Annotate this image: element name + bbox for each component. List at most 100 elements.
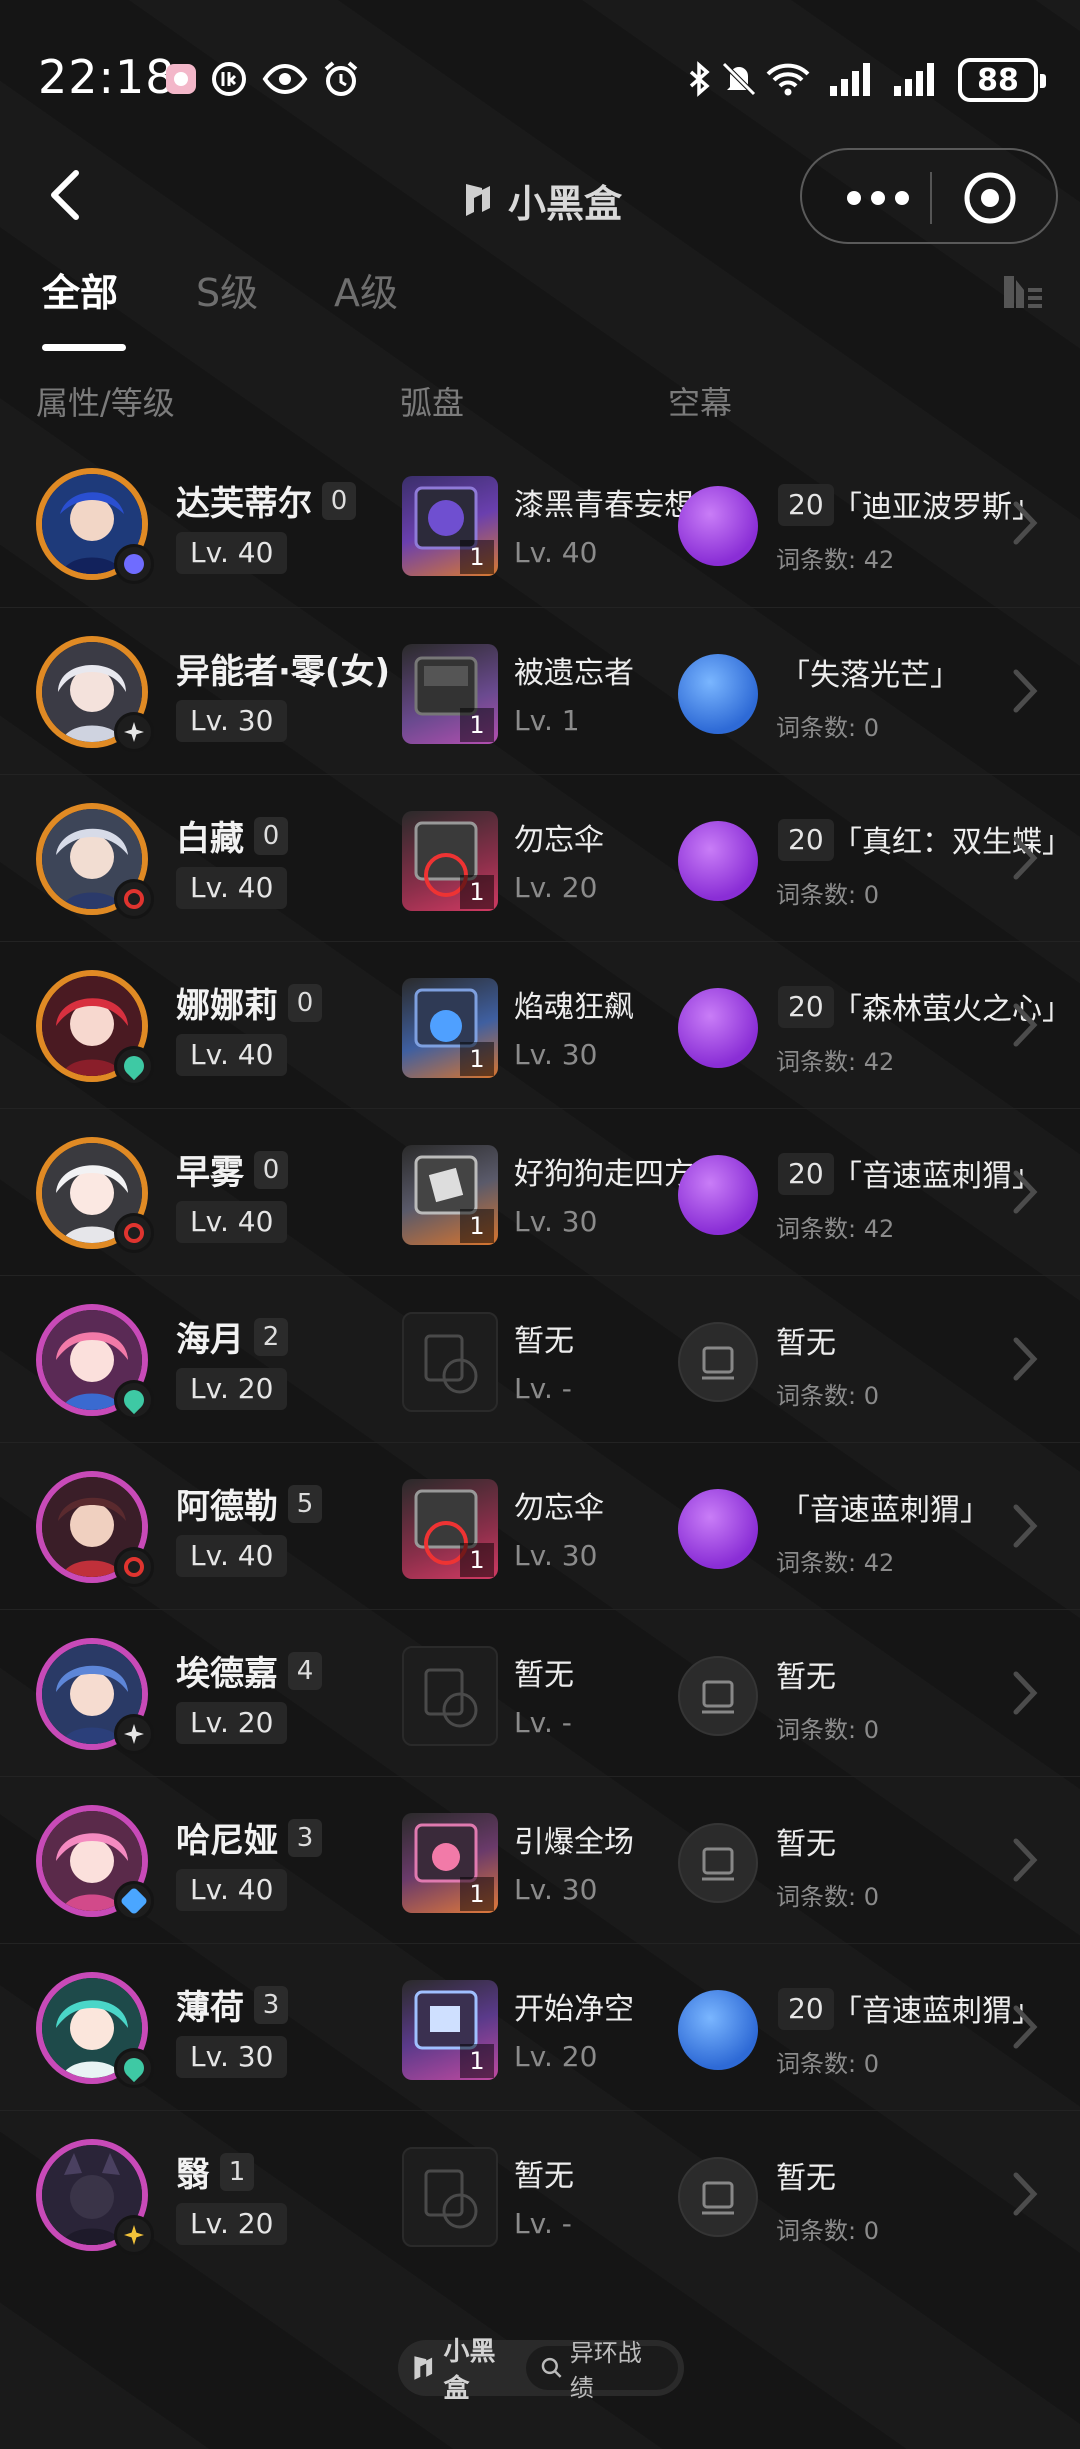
disk-image: 1 — [402, 978, 498, 1078]
rank-tag: 0 — [254, 816, 288, 855]
character-name: 埃德嘉 4 — [176, 1646, 322, 1695]
signal-icon-2 — [894, 63, 934, 96]
character-row-edejia[interactable]: 埃德嘉 4 Lv. 20 暂无 Lv. - 暂无 词条数: 0 — [0, 1609, 1080, 1776]
disk-name: 暂无 — [514, 1324, 574, 1359]
character-level: Lv. 30 — [176, 2036, 288, 2078]
sky-entry-count: 词条数: 42 — [776, 546, 895, 574]
disk-level: Lv. - — [514, 1706, 572, 1739]
sky-icon — [678, 1489, 758, 1569]
disk-name: 被遗忘者 — [514, 656, 634, 691]
disk-level: Lv. - — [514, 2207, 572, 2240]
sky-entry-count: 词条数: 42 — [776, 1215, 895, 1243]
character-name: 达芙蒂尔 0 — [176, 476, 356, 525]
heybox-logo-icon — [414, 2356, 433, 2380]
bluetooth-icon — [689, 61, 710, 97]
character-row-adele[interactable]: 阿德勒 5 Lv. 40 1 勿忘伞 Lv. 30 「音速蓝刺猬」 词条数: 42 — [0, 1442, 1080, 1609]
disk-level: Lv. 1 — [514, 704, 580, 737]
disk-image: 1 — [402, 1145, 498, 1245]
character-level: Lv. 40 — [176, 1535, 288, 1577]
character-name: 哈尼娅 3 — [176, 1813, 322, 1862]
sky-icon-empty — [678, 1322, 758, 1402]
back-button[interactable] — [36, 165, 96, 225]
sky-entry-count: 词条数: 42 — [776, 1549, 895, 1577]
sky-icon — [678, 1155, 758, 1235]
sky-level: 20 — [778, 484, 834, 526]
character-row-nanali[interactable]: 娜娜莉 0 Lv. 40 1 焰魂狂飙 Lv. 30 20 「森林萤火之心」 词条… — [0, 941, 1080, 1108]
footer-brand-text: 小黑盒 — [443, 2337, 496, 2404]
sky-name: 暂无 — [776, 1827, 836, 1862]
footer-search[interactable]: 异环战绩 — [526, 2339, 678, 2402]
disk-image: 1 — [402, 1980, 498, 2080]
chevron-right-icon — [1013, 2005, 1038, 2049]
sky-level: 20 — [778, 1153, 834, 1195]
disk-name: 焰魂狂飙 — [514, 990, 634, 1025]
character-row-haniya[interactable]: 哈尼娅 3 Lv. 40 1 引爆全场 Lv. 30 暂无 词条数: 0 — [0, 1776, 1080, 1943]
disk-name: 暂无 — [514, 1658, 574, 1693]
rank-tag: 0 — [288, 983, 322, 1022]
character-level: Lv. 30 — [176, 700, 288, 742]
sky-icon — [678, 654, 758, 734]
app-title: 小黑盒 — [460, 170, 622, 230]
column-sky: 空幕 — [668, 384, 733, 422]
character-level: Lv. 40 — [176, 1034, 288, 1076]
element-badge — [114, 1213, 154, 1253]
signal-icon-1 — [830, 63, 870, 96]
notification-app-icon — [166, 64, 196, 94]
rank-tag: 1 — [220, 2152, 254, 2191]
capsule-divider — [930, 172, 932, 224]
footer-brand-pill[interactable]: 小黑盒 异环战绩 — [398, 2337, 684, 2404]
disk-name: 勿忘伞 — [514, 1491, 604, 1526]
sky-level: 20 — [778, 819, 834, 861]
chevron-right-icon — [1013, 1504, 1038, 1548]
sky-icon-empty — [678, 1656, 758, 1736]
more-options-button[interactable] — [838, 178, 918, 218]
column-disk: 弧盘 — [400, 384, 465, 422]
disk-level: Lv. 30 — [514, 1873, 598, 1906]
character-row-bohe[interactable]: 薄荷 3 Lv. 30 1 开始净空 Lv. 20 20 「音速蓝刺猬」 词条数:… — [0, 1943, 1080, 2110]
rank-tag: 3 — [254, 1985, 288, 2024]
tab-a-rank[interactable]: A级 — [334, 262, 398, 317]
footer-search-label: 异环战绩 — [569, 2339, 642, 2402]
character-row-yi[interactable]: 翳1 Lv. 20 暂无 Lv. - 暂无 词条数: 0 — [0, 2110, 1080, 2277]
character-row-zaowu[interactable]: 早雾 0 Lv. 40 1 好狗狗走四方 Lv. 30 20 「音速蓝刺猬」 词条… — [0, 1108, 1080, 1275]
disk-image: 1 — [402, 811, 498, 911]
sky-entry-count: 词条数: 42 — [776, 1048, 895, 1076]
element-badge — [114, 1046, 154, 1086]
footer-brand: 小黑盒 — [404, 2331, 520, 2405]
wifi-icon — [766, 63, 810, 96]
character-row-baizang[interactable]: 白藏 0 Lv. 40 1 勿忘伞 Lv. 20 20 「真红：双生蝶」 词条数:… — [0, 774, 1080, 941]
battery-indicator: 88 — [958, 58, 1046, 102]
disk-image: 1 — [402, 1813, 498, 1913]
rank-tag: 4 — [288, 1651, 322, 1690]
filter-sort-icon[interactable] — [1000, 270, 1044, 314]
disk-name: 暂无 — [514, 2159, 574, 2194]
close-miniapp-button[interactable] — [962, 170, 1018, 226]
character-name: 薄荷 3 — [176, 1980, 288, 2029]
sky-icon — [678, 486, 758, 566]
column-attr-level: 属性/等级 — [36, 384, 175, 422]
character-level: Lv. 40 — [176, 1201, 288, 1243]
tab-s-rank[interactable]: S级 — [196, 262, 258, 317]
eye-icon — [262, 63, 308, 95]
character-level: Lv. 40 — [176, 1869, 288, 1911]
sky-icon — [678, 821, 758, 901]
character-row-dafudier[interactable]: 达芙蒂尔 0 Lv. 40 1 漆黑青春妄想 Lv. 40 20 「迪亚波罗斯」 … — [0, 440, 1080, 607]
character-level: Lv. 20 — [176, 1702, 288, 1744]
disk-image: 1 — [402, 644, 498, 744]
media-icon — [212, 62, 246, 96]
sky-name: 暂无 — [776, 1660, 836, 1695]
sky-name: 暂无 — [776, 1326, 836, 1361]
character-row-ling[interactable]: 异能者·零(女) Lv. 30 1 被遗忘者 Lv. 1 「失落光芒」 词条数:… — [0, 607, 1080, 774]
tab-all[interactable]: 全部 — [42, 262, 118, 317]
status-bar: 22:18 88 — [0, 0, 1080, 160]
mute-icon — [722, 62, 756, 96]
element-badge — [114, 1881, 154, 1921]
heybox-logo-icon — [466, 184, 490, 216]
app-title-text: 小黑盒 — [508, 181, 623, 226]
sky-entry-count: 词条数: 0 — [776, 2217, 879, 2245]
disk-level: Lv. 30 — [514, 1539, 598, 1572]
chevron-right-icon — [1013, 501, 1038, 545]
character-row-haiyue[interactable]: 海月 2 Lv. 20 暂无 Lv. - 暂无 词条数: 0 — [0, 1275, 1080, 1442]
chevron-right-icon — [1013, 2172, 1038, 2216]
sky-entry-count: 词条数: 0 — [776, 1382, 879, 1410]
